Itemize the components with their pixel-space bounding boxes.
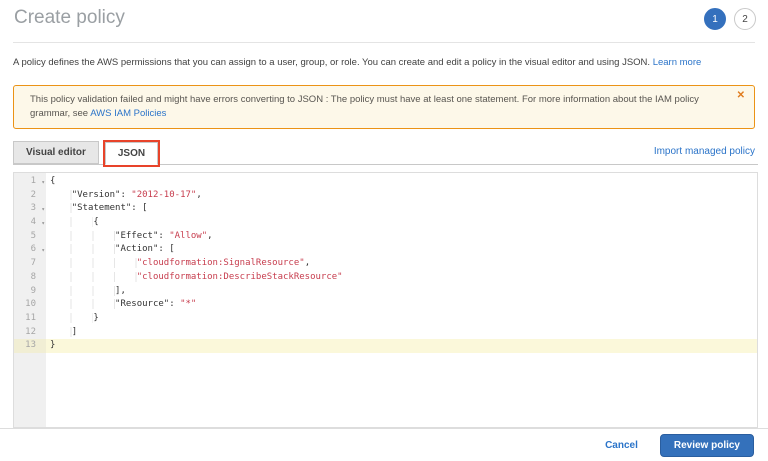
fold-arrow-icon[interactable]: ▾ [41, 217, 45, 231]
code-line[interactable]: 9 ], [14, 285, 757, 299]
code-line[interactable]: 5 "Effect": "Allow", [14, 230, 757, 244]
code-text[interactable]: { [46, 216, 757, 230]
review-policy-button[interactable]: Review policy [660, 434, 754, 457]
code-line[interactable]: 13} [14, 339, 757, 353]
line-number[interactable]: 8 [14, 271, 46, 285]
json-editor[interactable]: 1▾{2 "Version": "2012-10-17",3▾ "Stateme… [13, 172, 758, 428]
import-managed-policy-link[interactable]: Import managed policy [654, 146, 755, 157]
code-line[interactable]: 8 "cloudformation:DescribeStackResource" [14, 271, 757, 285]
code-line[interactable]: 3▾ "Statement": [ [14, 202, 757, 216]
fold-arrow-icon[interactable]: ▾ [41, 244, 45, 258]
code-text[interactable]: ] [46, 326, 757, 340]
line-number[interactable]: 10 [14, 298, 46, 312]
line-number[interactable]: 1▾ [14, 175, 46, 189]
code-line[interactable]: 4▾ { [14, 216, 757, 230]
code-text[interactable]: "cloudformation:SignalResource", [46, 257, 757, 271]
line-number[interactable]: 13 [14, 339, 46, 353]
line-number[interactable]: 2 [14, 189, 46, 203]
intro-description: A policy defines the AWS permissions tha… [13, 57, 650, 68]
line-number[interactable]: 4▾ [14, 216, 46, 230]
cancel-button[interactable]: Cancel [605, 440, 638, 451]
json-editor-lines: 1▾{2 "Version": "2012-10-17",3▾ "Stateme… [14, 175, 757, 353]
code-text[interactable]: "Action": [ [46, 243, 757, 257]
code-line[interactable]: 10 "Resource": "*" [14, 298, 757, 312]
page-title: Create policy [14, 7, 125, 29]
code-text[interactable]: } [46, 312, 757, 326]
code-line[interactable]: 7 "cloudformation:SignalResource", [14, 257, 757, 271]
header-divider [13, 42, 755, 43]
create-policy-page: Create policy 1 2 A policy defines the A… [0, 0, 768, 461]
code-line[interactable]: 1▾{ [14, 175, 757, 189]
intro-text: A policy defines the AWS permissions tha… [13, 56, 755, 69]
editor-tabbar: Visual editor JSON [13, 141, 758, 165]
line-number[interactable]: 6▾ [14, 243, 46, 257]
step-indicator: 1 2 [704, 8, 756, 30]
code-text[interactable]: } [46, 339, 757, 353]
code-line[interactable]: 2 "Version": "2012-10-17", [14, 189, 757, 203]
footer-bar: Cancel Review policy [0, 428, 768, 461]
code-text[interactable]: "cloudformation:DescribeStackResource" [46, 271, 757, 285]
code-text[interactable]: "Version": "2012-10-17", [46, 189, 757, 203]
code-line[interactable]: 12 ] [14, 326, 757, 340]
line-number[interactable]: 5 [14, 230, 46, 244]
code-text[interactable]: ], [46, 285, 757, 299]
line-number[interactable]: 7 [14, 257, 46, 271]
step-2-badge: 2 [734, 8, 756, 30]
line-number[interactable]: 11 [14, 312, 46, 326]
aws-iam-policies-link[interactable]: AWS IAM Policies [90, 108, 166, 119]
fold-arrow-icon[interactable]: ▾ [41, 203, 45, 217]
line-number[interactable]: 3▾ [14, 202, 46, 216]
fold-arrow-icon[interactable]: ▾ [41, 176, 45, 190]
close-icon[interactable]: ✕ [737, 91, 745, 101]
code-line[interactable]: 6▾ "Action": [ [14, 243, 757, 257]
code-text[interactable]: "Resource": "*" [46, 298, 757, 312]
learn-more-link[interactable]: Learn more [653, 57, 702, 68]
code-text[interactable]: { [46, 175, 757, 189]
line-number[interactable]: 9 [14, 285, 46, 299]
code-text[interactable]: "Statement": [ [46, 202, 757, 216]
line-number[interactable]: 12 [14, 326, 46, 340]
tab-json[interactable]: JSON [105, 142, 158, 165]
tab-visual-editor[interactable]: Visual editor [13, 141, 99, 164]
step-1-badge: 1 [704, 8, 726, 30]
validation-alert: This policy validation failed and might … [13, 85, 755, 129]
code-line[interactable]: 11 } [14, 312, 757, 326]
code-text[interactable]: "Effect": "Allow", [46, 230, 757, 244]
